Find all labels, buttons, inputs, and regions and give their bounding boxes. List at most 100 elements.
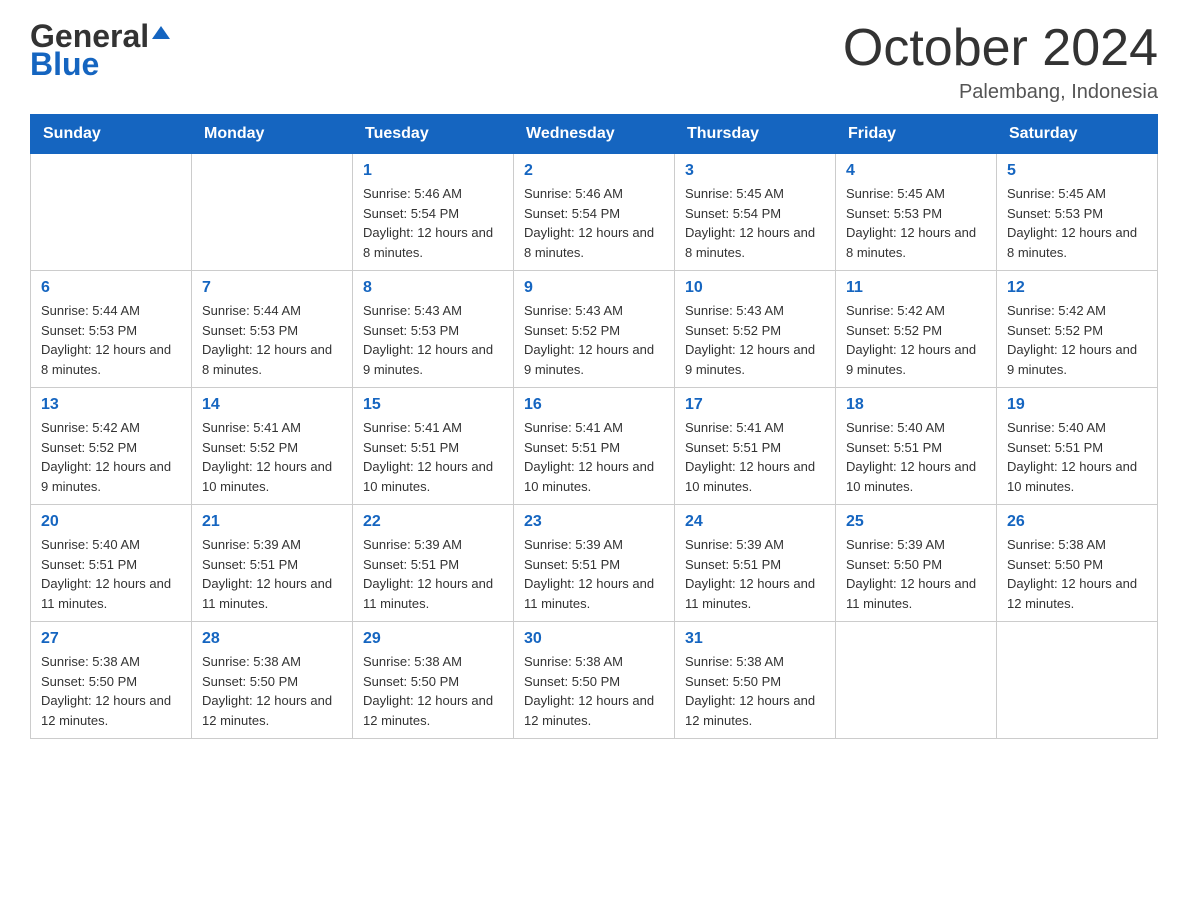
day-info: Sunrise: 5:38 AMSunset: 5:50 PMDaylight:… xyxy=(41,652,181,730)
day-info: Sunrise: 5:43 AMSunset: 5:53 PMDaylight:… xyxy=(363,301,503,379)
day-number: 7 xyxy=(202,279,342,297)
day-number: 4 xyxy=(846,162,986,180)
calendar-cell: 16Sunrise: 5:41 AMSunset: 5:51 PMDayligh… xyxy=(514,388,675,505)
day-number: 26 xyxy=(1007,513,1147,531)
day-header-saturday: Saturday xyxy=(997,115,1158,154)
logo-arrow-icon xyxy=(152,26,170,39)
day-info: Sunrise: 5:39 AMSunset: 5:51 PMDaylight:… xyxy=(685,535,825,613)
calendar-cell: 2 Sunrise: 5:46 AMSunset: 5:54 PMDaylight… xyxy=(514,154,675,271)
calendar-cell: 11 Sunrise: 5:42 AMSunset: 5:52 PMDayligh… xyxy=(836,271,997,388)
day-info: Sunrise: 5:45 AMSunset: 5:53 PMDaylight:… xyxy=(1007,184,1147,262)
day-number: 10 xyxy=(685,279,825,297)
calendar-cell: 17 Sunrise: 5:41 AMSunset: 5:51 PMDayligh… xyxy=(675,388,836,505)
day-info: Sunrise: 5:43 AMSunset: 5:52 PMDaylight:… xyxy=(524,301,664,379)
day-info: Sunrise: 5:38 AMSunset: 5:50 PMDaylight:… xyxy=(524,652,664,730)
calendar-cell: 1 Sunrise: 5:46 AMSunset: 5:54 PMDaylight… xyxy=(353,154,514,271)
calendar-cell xyxy=(997,622,1158,739)
day-number: 28 xyxy=(202,630,342,648)
calendar-cell: 13 Sunrise: 5:42 AMSunset: 5:52 PMDayligh… xyxy=(31,388,192,505)
calendar-cell: 24 Sunrise: 5:39 AMSunset: 5:51 PMDayligh… xyxy=(675,505,836,622)
day-number: 18 xyxy=(846,396,986,414)
month-title: October 2024 xyxy=(843,20,1158,77)
day-number: 22 xyxy=(363,513,503,531)
calendar-cell: 8 Sunrise: 5:43 AMSunset: 5:53 PMDaylight… xyxy=(353,271,514,388)
calendar-cell: 26 Sunrise: 5:38 AMSunset: 5:50 PMDayligh… xyxy=(997,505,1158,622)
day-number: 13 xyxy=(41,396,181,414)
calendar-cell xyxy=(31,154,192,271)
day-number: 24 xyxy=(685,513,825,531)
calendar-cell: 12 Sunrise: 5:42 AMSunset: 5:52 PMDayligh… xyxy=(997,271,1158,388)
day-header-wednesday: Wednesday xyxy=(514,115,675,154)
calendar-cell: 3 Sunrise: 5:45 AMSunset: 5:54 PMDaylight… xyxy=(675,154,836,271)
day-info: Sunrise: 5:38 AMSunset: 5:50 PMDaylight:… xyxy=(1007,535,1147,613)
day-header-tuesday: Tuesday xyxy=(353,115,514,154)
day-number: 8 xyxy=(363,279,503,297)
day-number: 11 xyxy=(846,279,986,297)
logo: General Blue xyxy=(30,20,170,80)
title-section: October 2024 Palembang, Indonesia xyxy=(843,20,1158,104)
calendar-cell xyxy=(192,154,353,271)
day-info: Sunrise: 5:38 AMSunset: 5:50 PMDaylight:… xyxy=(363,652,503,730)
day-number: 29 xyxy=(363,630,503,648)
calendar-cell: 23Sunrise: 5:39 AMSunset: 5:51 PMDayligh… xyxy=(514,505,675,622)
day-info: Sunrise: 5:41 AMSunset: 5:51 PMDaylight:… xyxy=(685,418,825,496)
day-number: 3 xyxy=(685,162,825,180)
day-number: 5 xyxy=(1007,162,1147,180)
calendar-week-3: 13 Sunrise: 5:42 AMSunset: 5:52 PMDayligh… xyxy=(31,388,1158,505)
day-info: Sunrise: 5:45 AMSunset: 5:54 PMDaylight:… xyxy=(685,184,825,262)
day-number: 15 xyxy=(363,396,503,414)
calendar-cell: 21 Sunrise: 5:39 AMSunset: 5:51 PMDayligh… xyxy=(192,505,353,622)
day-number: 25 xyxy=(846,513,986,531)
calendar-cell: 29 Sunrise: 5:38 AMSunset: 5:50 PMDayligh… xyxy=(353,622,514,739)
day-info: Sunrise: 5:42 AMSunset: 5:52 PMDaylight:… xyxy=(846,301,986,379)
day-info: Sunrise: 5:42 AMSunset: 5:52 PMDaylight:… xyxy=(41,418,181,496)
calendar-cell: 19 Sunrise: 5:40 AMSunset: 5:51 PMDayligh… xyxy=(997,388,1158,505)
day-info: Sunrise: 5:40 AMSunset: 5:51 PMDaylight:… xyxy=(846,418,986,496)
day-info: Sunrise: 5:39 AMSunset: 5:51 PMDaylight:… xyxy=(363,535,503,613)
calendar-cell: 15 Sunrise: 5:41 AMSunset: 5:51 PMDayligh… xyxy=(353,388,514,505)
day-info: Sunrise: 5:44 AMSunset: 5:53 PMDaylight:… xyxy=(41,301,181,379)
day-info: Sunrise: 5:38 AMSunset: 5:50 PMDaylight:… xyxy=(202,652,342,730)
day-info: Sunrise: 5:40 AMSunset: 5:51 PMDaylight:… xyxy=(1007,418,1147,496)
day-number: 9 xyxy=(524,279,664,297)
day-number: 12 xyxy=(1007,279,1147,297)
day-header-monday: Monday xyxy=(192,115,353,154)
day-header-friday: Friday xyxy=(836,115,997,154)
day-number: 30 xyxy=(524,630,664,648)
day-info: Sunrise: 5:46 AMSunset: 5:54 PMDaylight:… xyxy=(524,184,664,262)
day-number: 14 xyxy=(202,396,342,414)
day-number: 2 xyxy=(524,162,664,180)
calendar-cell: 14Sunrise: 5:41 AMSunset: 5:52 PMDayligh… xyxy=(192,388,353,505)
calendar-cell: 28 Sunrise: 5:38 AMSunset: 5:50 PMDayligh… xyxy=(192,622,353,739)
calendar-cell xyxy=(836,622,997,739)
day-number: 21 xyxy=(202,513,342,531)
calendar-week-4: 20Sunrise: 5:40 AMSunset: 5:51 PMDayligh… xyxy=(31,505,1158,622)
day-header-sunday: Sunday xyxy=(31,115,192,154)
calendar-cell: 7 Sunrise: 5:44 AMSunset: 5:53 PMDaylight… xyxy=(192,271,353,388)
calendar-cell: 9 Sunrise: 5:43 AMSunset: 5:52 PMDaylight… xyxy=(514,271,675,388)
calendar-cell: 31 Sunrise: 5:38 AMSunset: 5:50 PMDayligh… xyxy=(675,622,836,739)
calendar-table: SundayMondayTuesdayWednesdayThursdayFrid… xyxy=(30,114,1158,739)
page-header: General Blue October 2024 Palembang, Ind… xyxy=(30,20,1158,104)
day-info: Sunrise: 5:44 AMSunset: 5:53 PMDaylight:… xyxy=(202,301,342,379)
logo-blue-text: Blue xyxy=(30,48,170,80)
calendar-cell: 30 Sunrise: 5:38 AMSunset: 5:50 PMDayligh… xyxy=(514,622,675,739)
day-info: Sunrise: 5:39 AMSunset: 5:51 PMDaylight:… xyxy=(524,535,664,613)
calendar-cell: 6Sunrise: 5:44 AMSunset: 5:53 PMDaylight… xyxy=(31,271,192,388)
day-number: 31 xyxy=(685,630,825,648)
calendar-cell: 27 Sunrise: 5:38 AMSunset: 5:50 PMDayligh… xyxy=(31,622,192,739)
day-info: Sunrise: 5:41 AMSunset: 5:51 PMDaylight:… xyxy=(363,418,503,496)
calendar-cell: 5 Sunrise: 5:45 AMSunset: 5:53 PMDaylight… xyxy=(997,154,1158,271)
day-info: Sunrise: 5:46 AMSunset: 5:54 PMDaylight:… xyxy=(363,184,503,262)
day-number: 1 xyxy=(363,162,503,180)
day-info: Sunrise: 5:39 AMSunset: 5:51 PMDaylight:… xyxy=(202,535,342,613)
day-info: Sunrise: 5:38 AMSunset: 5:50 PMDaylight:… xyxy=(685,652,825,730)
calendar-cell: 20Sunrise: 5:40 AMSunset: 5:51 PMDayligh… xyxy=(31,505,192,622)
day-number: 20 xyxy=(41,513,181,531)
day-number: 27 xyxy=(41,630,181,648)
calendar-cell: 18 Sunrise: 5:40 AMSunset: 5:51 PMDayligh… xyxy=(836,388,997,505)
day-number: 17 xyxy=(685,396,825,414)
day-number: 19 xyxy=(1007,396,1147,414)
day-info: Sunrise: 5:42 AMSunset: 5:52 PMDaylight:… xyxy=(1007,301,1147,379)
day-number: 16 xyxy=(524,396,664,414)
